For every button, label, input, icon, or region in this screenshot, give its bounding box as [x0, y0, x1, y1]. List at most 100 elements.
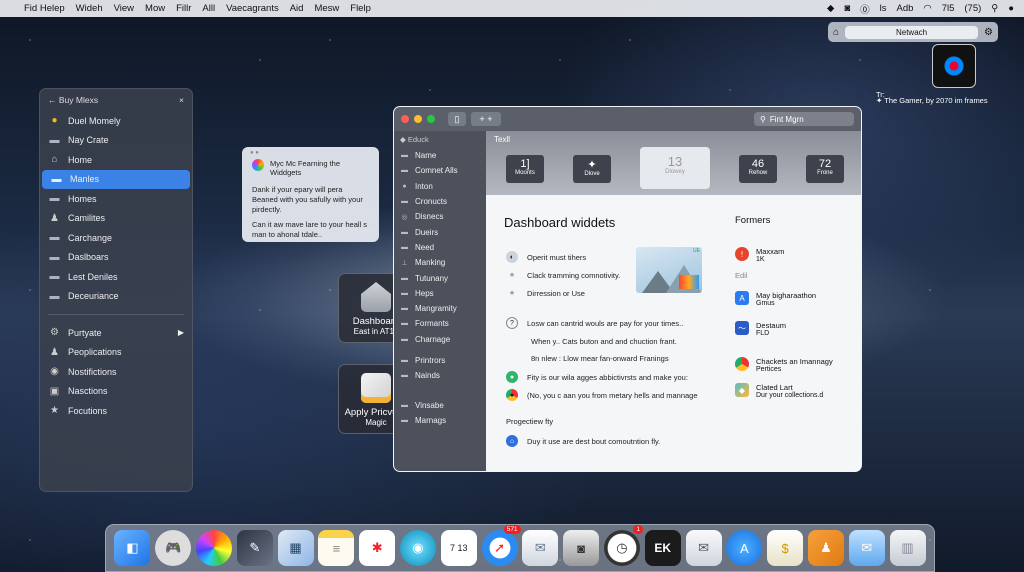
- documents-icon[interactable]: $: [767, 530, 804, 566]
- notification-card[interactable]: ● ● Myc Mc Fearning the Widdgets Dank if…: [242, 147, 379, 242]
- dashboard-row[interactable]: ★ Clack tramming comnotivity.: [506, 269, 620, 281]
- dashboard-link-row[interactable]: 8n nlew : Llow mear fan-onward Franings: [531, 354, 669, 363]
- zoom-window-button[interactable]: [427, 115, 435, 123]
- calendar-icon[interactable]: 7 13: [440, 530, 477, 566]
- mail-icon[interactable]: ✉: [685, 530, 722, 566]
- widget-card-frone[interactable]: 72 Frone: [806, 155, 844, 183]
- menu-item-alll[interactable]: Alll: [202, 3, 215, 14]
- add-button[interactable]: + +: [471, 112, 501, 126]
- game-thumbnail[interactable]: [932, 44, 976, 88]
- window-sidebar-item[interactable]: ▬ Tutunany: [394, 270, 486, 285]
- contacts-icon[interactable]: ♟: [807, 530, 844, 566]
- sidebar-item-homes[interactable]: ▬ Homes: [40, 189, 192, 209]
- user-icon[interactable]: ●: [1008, 3, 1014, 14]
- status-battery[interactable]: (75): [964, 3, 981, 14]
- dropbox-icon[interactable]: ◆: [827, 3, 834, 14]
- home-icon[interactable]: ⌂: [833, 27, 839, 38]
- mail-envelope-icon[interactable]: ✉: [848, 530, 885, 566]
- menu-item-fillr[interactable]: Fillr: [176, 3, 191, 14]
- pencil-icon[interactable]: ✎: [236, 530, 273, 566]
- widget-card-moonts[interactable]: 1] Moonts: [506, 155, 544, 183]
- safari-icon[interactable]: ➚ 571: [481, 525, 521, 566]
- network-search-field[interactable]: Netwach: [845, 25, 979, 39]
- dashboard-row[interactable]: ⌂ Duy it use are dest bout comoutntion fl…: [506, 435, 660, 447]
- window-sidebar-item[interactable]: ▬ Mangramity: [394, 301, 486, 316]
- clock-icon[interactable]: ◷ 1: [603, 525, 643, 566]
- sidebar-item-focutions[interactable]: ★ Focutions: [40, 401, 192, 421]
- settings-icon[interactable]: ⚙: [984, 27, 993, 38]
- window-sidebar-item[interactable]: ▬ Vinsabe: [394, 397, 486, 412]
- window-sidebar-item[interactable]: ▬ Marnags: [394, 413, 486, 428]
- menu-item-vaecagrants[interactable]: Vaecagrants: [226, 3, 279, 14]
- formers-item[interactable]: Chackets an Imannagy Pertices: [735, 357, 833, 373]
- slack-icon[interactable]: ✱: [359, 530, 396, 566]
- formers-item[interactable]: 〜 Destaum FLD: [735, 321, 786, 337]
- status-time[interactable]: 7l5: [942, 3, 955, 14]
- globe-icon[interactable]: ◉: [399, 530, 436, 566]
- sidebar-item-home[interactable]: ⌂ Home: [40, 150, 192, 170]
- window-sidebar-item[interactable]: ▬ Cronucts: [394, 194, 486, 209]
- gamepad-icon[interactable]: 🎮: [155, 530, 192, 566]
- menu-item-aid[interactable]: Aid: [290, 3, 304, 14]
- window-sidebar-item[interactable]: ▬ Dueirs: [394, 224, 486, 239]
- widget-card-rehow[interactable]: 46 Rehow: [739, 155, 777, 183]
- sidebar-item-lest-deniles[interactable]: ▬ Lest Deniles: [40, 267, 192, 287]
- sidebar-item-deceuriance[interactable]: ▬ Deceuriance: [40, 287, 192, 307]
- window-sidebar-item[interactable]: ▬ Heps: [394, 286, 486, 301]
- close-icon[interactable]: ×: [179, 95, 184, 105]
- trash-icon[interactable]: ▥: [889, 530, 926, 566]
- widget-card-dlove[interactable]: ✦ Dlove: [573, 155, 611, 183]
- wifi-icon[interactable]: ◠: [923, 3, 931, 14]
- close-window-button[interactable]: [401, 115, 409, 123]
- ime-icon[interactable]: ⓪: [860, 2, 870, 16]
- formers-item[interactable]: ! Maxxam 1K: [735, 247, 784, 263]
- status-ls[interactable]: ls: [880, 3, 887, 14]
- menu-item-mow[interactable]: Mow: [145, 3, 165, 14]
- window-sidebar-item[interactable]: ⊥ Manking: [394, 255, 486, 270]
- window-sidebar-item[interactable]: ▬ Charnage: [394, 332, 486, 347]
- sidebar-item-duel-momely[interactable]: ● Duel Momely: [40, 111, 192, 131]
- window-sidebar-item[interactable]: ▬ Formants: [394, 316, 486, 331]
- window-sidebar-item[interactable]: ▬ Printrors: [394, 353, 486, 368]
- search-icon[interactable]: ⚲: [991, 3, 998, 14]
- menu-item-view[interactable]: View: [114, 3, 134, 14]
- mail-icon[interactable]: ✉: [522, 530, 559, 566]
- camera-icon[interactable]: ◙: [844, 3, 850, 14]
- menu-item-mesw[interactable]: Mesw: [314, 3, 339, 14]
- window-search-field[interactable]: ⚲ Fint Mgrn: [754, 112, 854, 126]
- photos-icon[interactable]: [195, 530, 232, 566]
- minimize-window-button[interactable]: [414, 115, 422, 123]
- dashboard-row[interactable]: ● Fity is our wila agges abbictivrsts and…: [506, 371, 688, 383]
- menu-item-flelp[interactable]: Flelp: [350, 3, 371, 14]
- window-sidebar-item[interactable]: ▬ Comnet Alls: [394, 163, 486, 178]
- landscape-thumbnail[interactable]: UE: [636, 247, 702, 293]
- widget-card-dlowey[interactable]: 13 Dlowey: [640, 147, 710, 189]
- dashboard-row[interactable]: ★ Dirression or Use: [506, 287, 585, 299]
- window-sidebar-item[interactable]: ◎ Disnecs: [394, 209, 486, 224]
- back-icon[interactable]: ←: [48, 95, 57, 105]
- window-sidebar-item[interactable]: ▬ Need: [394, 240, 486, 255]
- window-sidebar-item[interactable]: ▬ Nainds: [394, 368, 486, 383]
- window-sidebar-item[interactable]: ● Inton: [394, 179, 486, 194]
- menu-item-wideh[interactable]: Wideh: [76, 3, 103, 14]
- sidebar-item-peoplications[interactable]: ♟ Peoplications: [40, 343, 192, 363]
- preview-icon[interactable]: ▦: [277, 530, 314, 566]
- ek-app-icon[interactable]: EK: [644, 530, 681, 566]
- sidebar-item-nasctions[interactable]: ▣ Nasctions: [40, 382, 192, 402]
- sidebar-item-manles[interactable]: ▬ Manles: [42, 169, 190, 189]
- status-adb[interactable]: Adb: [896, 3, 913, 14]
- sidebar-item-purtyate[interactable]: ⚙ Purtyate ▶: [40, 323, 192, 343]
- window-sidebar-item[interactable]: ▬ Name: [394, 148, 486, 163]
- sidebar-toggle-button[interactable]: ▯: [448, 112, 466, 126]
- dashboard-row[interactable]: ◐ Operit must tihers: [506, 251, 586, 263]
- finder-icon[interactable]: ◧: [114, 530, 151, 566]
- camera-icon[interactable]: ◙: [563, 530, 600, 566]
- sidebar-item-nostifictions[interactable]: ◉ Nostifictions: [40, 362, 192, 382]
- dashboard-row[interactable]: ? Losw can cantrid wouls are pay for your…: [506, 317, 683, 329]
- sidebar-item-nay-crate[interactable]: ▬ Nay Crate: [40, 131, 192, 151]
- sidebar-item-daslboars[interactable]: ▬ Daslboars: [40, 248, 192, 268]
- sidebar-item-camilites[interactable]: ♟ Camilites: [40, 209, 192, 229]
- formers-item[interactable]: ◆ Clated Lart Dur your collections.d: [735, 383, 823, 399]
- dashboard-row[interactable]: ● (No, you c aan you from metary hells an…: [506, 389, 698, 401]
- sidebar-item-carchange[interactable]: ▬ Carchange: [40, 228, 192, 248]
